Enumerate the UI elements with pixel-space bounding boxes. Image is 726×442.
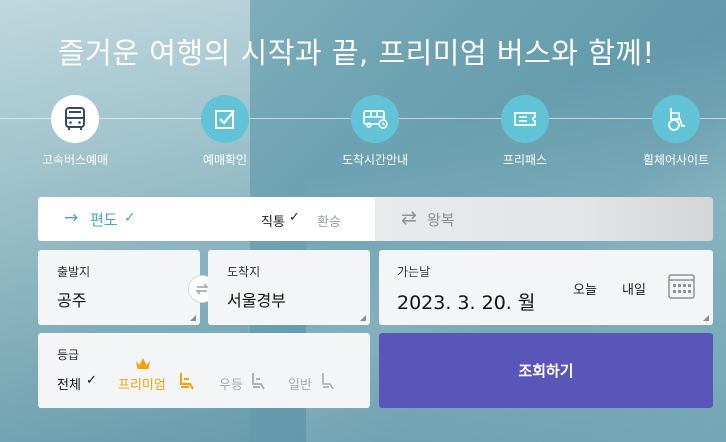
grade-superior-option[interactable]: 우등 xyxy=(219,374,243,393)
standard-seat-icon xyxy=(322,373,334,390)
superior-seat-icon xyxy=(252,373,265,390)
nav-circle xyxy=(51,95,99,143)
corner-indicator xyxy=(190,315,196,321)
wheelchair-icon xyxy=(668,108,685,131)
arrow-right-icon: → xyxy=(64,208,79,228)
origin-field[interactable]: 출발지 공주 xyxy=(38,250,200,325)
ticket-icon xyxy=(514,112,536,126)
grade-all-check-icon: ✓ xyxy=(86,373,97,388)
oneway-label: 편도 xyxy=(90,211,118,229)
date-label: 가는날 xyxy=(397,265,431,279)
transfer-label[interactable]: 환승 xyxy=(317,211,341,230)
nav-label: 예매확인 xyxy=(202,153,248,167)
grade-premium-option[interactable]: 프리미엄 xyxy=(118,374,166,393)
date-value: 2023. 3. 20. 월 xyxy=(397,292,536,314)
grade-label: 등급 xyxy=(57,348,80,362)
grade-standard-option[interactable]: 일반 xyxy=(288,374,312,393)
origin-label: 출발지 xyxy=(57,265,91,279)
direct-label[interactable]: 직통 xyxy=(261,211,285,230)
nav-circle xyxy=(351,95,399,143)
corner-indicator xyxy=(360,315,366,321)
bus-icon xyxy=(65,107,85,130)
oneway-check-icon: ✓ xyxy=(124,210,136,226)
nav-item-express-booking[interactable]: 고속버스예매 xyxy=(20,95,130,168)
checkbox-icon xyxy=(215,110,235,129)
page-headline: 즐거운 여행의 시작과 끝, 프리미엄 버스와 함께! xyxy=(58,36,655,70)
destination-value: 서울경부 xyxy=(227,291,286,310)
grade-field: 등급 전체 ✓ 프리미엄 우등 일반 xyxy=(38,333,370,408)
grade-all-option[interactable]: 전체 xyxy=(57,374,81,393)
direct-check-icon: ✓ xyxy=(289,210,300,225)
nav-item-arrival-time[interactable]: 도착시간안내 xyxy=(320,95,430,168)
roundtrip-option[interactable]: ⇄ 왕복 xyxy=(375,197,713,241)
trip-type-bar: → 편도 ✓ 직통 ✓ 환승 ⇄ 왕복 xyxy=(38,197,713,241)
origin-value: 공주 xyxy=(57,291,87,310)
search-button[interactable]: 조회하기 xyxy=(379,333,713,408)
nav-label: 고속버스예매 xyxy=(41,153,109,167)
nav-item-freepass[interactable]: 프리패스 xyxy=(470,95,580,168)
destination-label: 도착지 xyxy=(227,265,261,279)
nav-item-wheelchair-site[interactable]: 휠체어사이트 xyxy=(621,95,726,168)
nav-label: 프리패스 xyxy=(502,153,548,167)
bus-clock-icon xyxy=(363,110,388,129)
nav-circle xyxy=(652,95,700,143)
premium-seat-icon xyxy=(180,373,194,390)
oneway-option[interactable]: → 편도 ✓ 직통 ✓ 환승 xyxy=(38,197,375,241)
destination-field[interactable]: 도착지 서울경부 xyxy=(208,250,370,325)
today-button[interactable]: 오늘 xyxy=(573,279,597,298)
date-field[interactable]: 가는날 2023. 3. 20. 월 오늘 내일 xyxy=(379,250,713,325)
nav-label: 휠체어사이트 xyxy=(642,153,710,167)
nav-label: 도착시간안내 xyxy=(341,153,409,167)
calendar-icon[interactable] xyxy=(668,274,695,299)
tomorrow-button[interactable]: 내일 xyxy=(622,279,646,298)
nav-circle xyxy=(201,95,249,143)
nav-item-booking-check[interactable]: 예매확인 xyxy=(170,95,280,168)
nav-circle xyxy=(501,95,549,143)
roundtrip-label: 왕복 xyxy=(427,211,455,229)
swap-arrows-icon: ⇄ xyxy=(401,207,417,229)
corner-indicator xyxy=(703,315,709,321)
crown-icon xyxy=(136,358,150,369)
